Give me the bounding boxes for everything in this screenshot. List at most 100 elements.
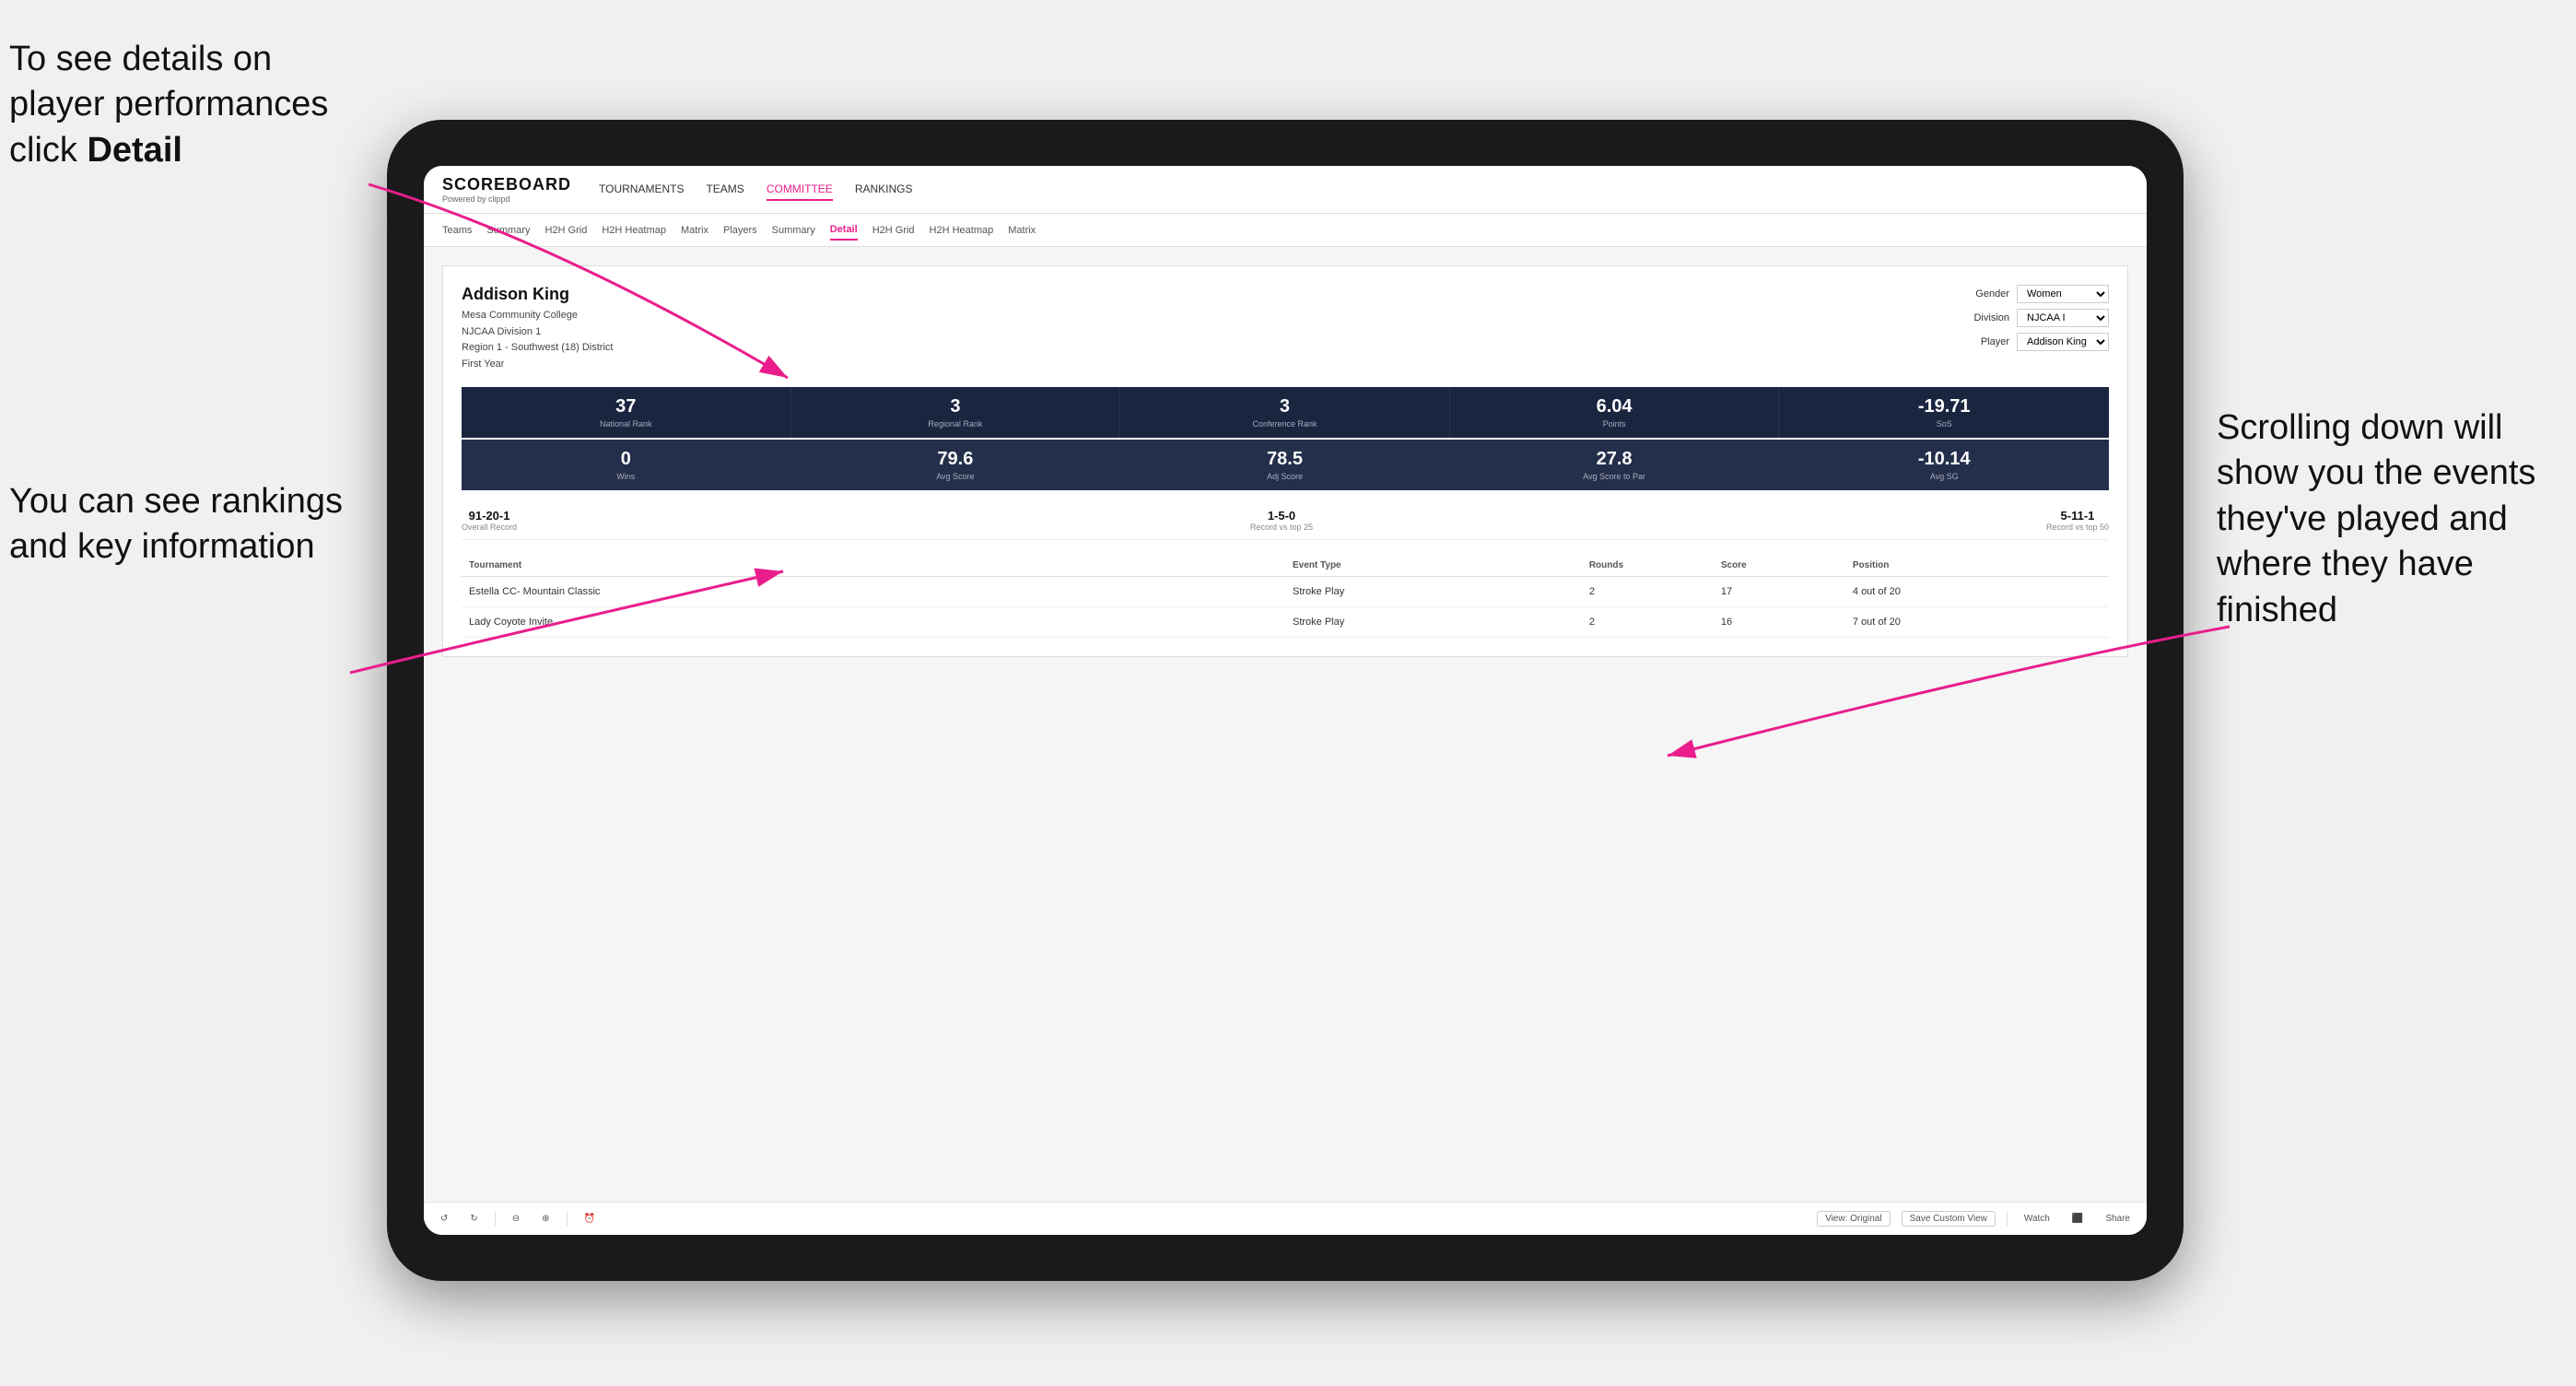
gender-label: Gender (1975, 288, 2009, 300)
nav-tournaments[interactable]: TOURNAMENTS (599, 179, 684, 201)
redo-button[interactable]: ↻ (464, 1212, 483, 1226)
tournament-event-type: Stroke Play (1285, 577, 1582, 607)
stat-adj-score-value: 78.5 (1131, 449, 1438, 470)
tournament-rounds: 2 (1582, 577, 1714, 607)
subnav-summary[interactable]: Summary (486, 221, 530, 240)
tournament-event-type: Stroke Play (1285, 607, 1582, 638)
toolbar-separator-1 (495, 1212, 496, 1227)
tournament-rounds: 2 (1582, 607, 1714, 638)
zoom-in-button[interactable]: ⊕ (536, 1212, 555, 1226)
stat-regional-rank-value: 3 (802, 396, 1109, 417)
toolbar-separator-3 (2007, 1212, 2008, 1227)
player-year: First Year (462, 357, 613, 373)
subnav-players[interactable]: Players (723, 221, 757, 240)
stat-points-value: 6.04 (1461, 396, 1768, 417)
overall-record: 91-20-1 Overall Record (462, 509, 517, 532)
tournament-position: 7 out of 20 (1845, 607, 2109, 638)
overall-record-value: 91-20-1 (462, 509, 517, 523)
th-rounds: Rounds (1582, 555, 1714, 577)
subnav-detail[interactable]: Detail (830, 220, 858, 241)
tournament-name: Lady Coyote Invite (462, 607, 1203, 638)
tournament-position: 4 out of 20 (1845, 577, 2109, 607)
annotation-top-left-text: To see details on player performances cl… (9, 40, 328, 170)
player-region: Region 1 - Southwest (18) District (462, 340, 613, 357)
content-panel: Addison King Mesa Community College NJCA… (442, 265, 2128, 657)
subnav-h2h-heatmap2[interactable]: H2H Heatmap (930, 221, 994, 240)
stat-avg-score-par-label: Avg Score to Par (1461, 472, 1768, 481)
stat-regional-rank-label: Regional Rank (802, 419, 1109, 429)
subnav-summary2[interactable]: Summary (772, 221, 815, 240)
share-button[interactable]: Share (2100, 1212, 2136, 1226)
main-nav: TOURNAMENTS TEAMS COMMITTEE RANKINGS (599, 179, 912, 201)
player-filter-label: Player (1981, 336, 2009, 347)
subnav-h2h-grid[interactable]: H2H Grid (544, 221, 587, 240)
player-filters: Gender Women Division NJCAA I (1973, 285, 2109, 372)
division-label: Division (1973, 312, 2009, 323)
th-empty (1203, 555, 1285, 577)
undo-button[interactable]: ↺ (435, 1212, 453, 1226)
th-score: Score (1714, 555, 1845, 577)
stat-adj-score: 78.5 Adj Score (1120, 440, 1450, 490)
stat-sos-label: SoS (1790, 419, 2098, 429)
zoom-out-button[interactable]: ⊖ (507, 1212, 525, 1226)
player-select[interactable]: Addison King (2017, 333, 2109, 351)
table-row: Lady Coyote Invite Stroke Play 2 16 7 ou… (462, 607, 2109, 638)
stat-wins-label: Wins (473, 472, 779, 481)
player-info: Addison King Mesa Community College NJCA… (462, 285, 613, 372)
app-title: SCOREBOARD (442, 175, 571, 194)
gender-select[interactable]: Women (2017, 285, 2109, 303)
stat-national-rank-label: National Rank (473, 419, 779, 429)
stat-conference-rank-label: Conference Rank (1131, 419, 1438, 429)
stat-avg-score-value: 79.6 (802, 449, 1109, 470)
top25-record-value: 1-5-0 (1250, 509, 1313, 523)
screen-button[interactable]: ⬛ (2067, 1212, 2089, 1226)
nav-committee[interactable]: COMMITTEE (767, 179, 833, 201)
overall-record-label: Overall Record (462, 523, 517, 532)
stat-adj-score-label: Adj Score (1131, 472, 1438, 481)
stat-avg-sg-value: -10.14 (1790, 449, 2098, 470)
annotation-bottom-left: You can see rankings and key information (9, 479, 359, 570)
annotation-bottom-left-text: You can see rankings and key information (9, 482, 343, 566)
annotation-right-text: Scrolling down will show you the events … (2217, 408, 2535, 629)
th-tournament: Tournament (462, 555, 1203, 577)
app-subtitle: Powered by clippd (442, 194, 571, 204)
stat-wins: 0 Wins (462, 440, 791, 490)
save-custom-button[interactable]: Save Custom View (1902, 1211, 1996, 1227)
stat-avg-score-par: 27.8 Avg Score to Par (1450, 440, 1780, 490)
sub-nav: Teams Summary H2H Grid H2H Heatmap Matri… (424, 214, 2147, 247)
tournament-empty (1203, 607, 1285, 638)
app-header: SCOREBOARD Powered by clippd TOURNAMENTS… (424, 166, 2147, 214)
toolbar-separator-2 (567, 1212, 568, 1227)
clock-button[interactable]: ⏰ (579, 1212, 601, 1226)
records-section: 91-20-1 Overall Record 1-5-0 Record vs t… (462, 501, 2109, 540)
nav-teams[interactable]: TEAMS (706, 179, 744, 201)
tournament-name: Estella CC- Mountain Classic (462, 577, 1203, 607)
main-content: Addison King Mesa Community College NJCA… (424, 247, 2147, 1202)
top25-record-label: Record vs top 25 (1250, 523, 1313, 532)
subnav-teams[interactable]: Teams (442, 221, 472, 240)
stat-avg-sg: -10.14 Avg SG (1779, 440, 2109, 490)
subnav-matrix[interactable]: Matrix (681, 221, 708, 240)
top50-record-value: 5-11-1 (2046, 509, 2109, 523)
division-select[interactable]: NJCAA I (2017, 309, 2109, 327)
stat-avg-sg-label: Avg SG (1790, 472, 2098, 481)
view-original-button[interactable]: View: Original (1817, 1211, 1891, 1227)
annotation-right: Scrolling down will show you the events … (2217, 405, 2567, 633)
watch-button[interactable]: Watch (2019, 1212, 2055, 1226)
table-row: Estella CC- Mountain Classic Stroke Play… (462, 577, 2109, 607)
scoreboard-logo: SCOREBOARD Powered by clippd (442, 175, 571, 204)
tournament-score: 16 (1714, 607, 1845, 638)
nav-rankings[interactable]: RANKINGS (855, 179, 913, 201)
subnav-h2h-heatmap[interactable]: H2H Heatmap (602, 221, 666, 240)
top25-record: 1-5-0 Record vs top 25 (1250, 509, 1313, 532)
subnav-matrix2[interactable]: Matrix (1008, 221, 1036, 240)
subnav-h2h-grid2[interactable]: H2H Grid (872, 221, 915, 240)
stat-sos: -19.71 SoS (1779, 387, 2109, 438)
stats-row1: 37 National Rank 3 Regional Rank 3 Confe… (462, 387, 2109, 438)
stat-national-rank-value: 37 (473, 396, 779, 417)
th-event-type: Event Type (1285, 555, 1582, 577)
player-division: NJCAA Division 1 (462, 324, 613, 341)
player-school: Mesa Community College (462, 308, 613, 324)
tournament-empty (1203, 577, 1285, 607)
tablet-frame: SCOREBOARD Powered by clippd TOURNAMENTS… (387, 120, 2184, 1281)
